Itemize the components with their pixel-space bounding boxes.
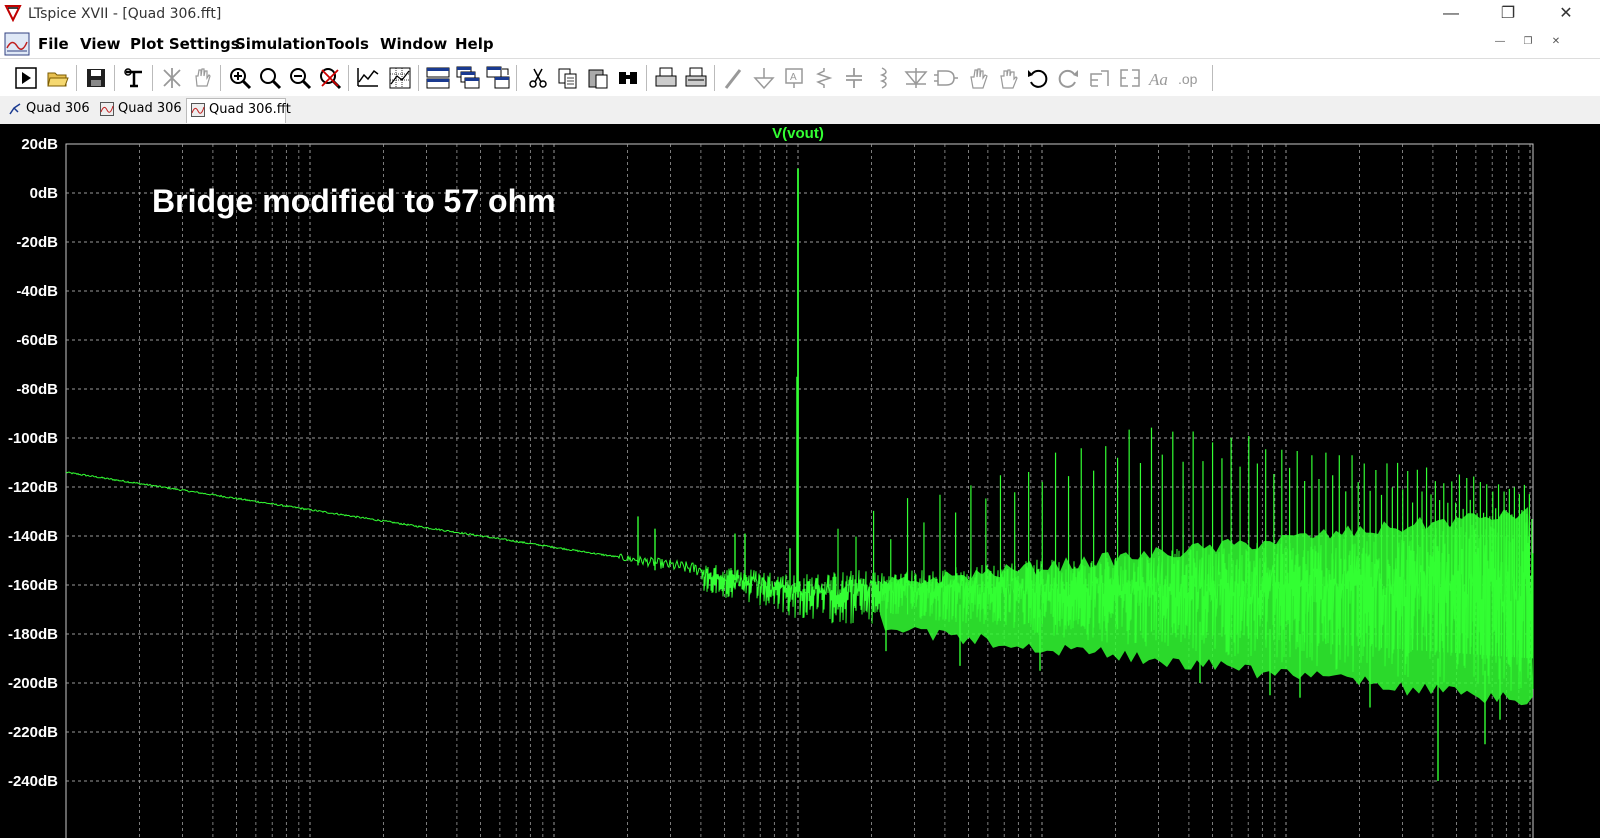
menu-help[interactable]: Help <box>455 35 494 53</box>
y-tick-label: -140dB <box>8 528 58 545</box>
tile-horizontal-icon[interactable] <box>426 66 450 90</box>
y-tick-label: -100dB <box>8 430 58 447</box>
svg-text:A: A <box>790 72 797 83</box>
cut-icon[interactable] <box>526 66 550 90</box>
grid-icon[interactable] <box>388 66 412 90</box>
y-tick-label: -200dB <box>8 675 58 692</box>
paste-icon[interactable] <box>586 66 610 90</box>
tab-quad306-waveform[interactable]: Quad 306 <box>96 98 182 122</box>
window-title: LTspice XVII - [Quad 306.fft] <box>28 6 222 22</box>
mirror-icon[interactable] <box>1118 66 1142 90</box>
menu-window[interactable]: Window <box>380 35 447 53</box>
ltspice-logo-icon <box>4 5 22 22</box>
save-icon[interactable] <box>84 66 108 90</box>
y-tick-label: -160dB <box>8 577 58 594</box>
y-tick-label: -40dB <box>16 283 58 300</box>
pan-icon[interactable] <box>190 66 214 90</box>
minimize-button[interactable]: — <box>1428 0 1474 30</box>
tab-quad306-fft[interactable]: Quad 306.fft <box>186 98 291 123</box>
schematic-icon <box>9 103 21 115</box>
component-icon[interactable] <box>934 66 958 90</box>
document-icon[interactable] <box>4 32 30 56</box>
trace-label[interactable]: V(vout) <box>772 125 824 142</box>
resistor-icon[interactable] <box>812 66 836 90</box>
capacitor-icon[interactable] <box>842 66 866 90</box>
find-icon[interactable] <box>616 66 640 90</box>
y-tick-label: -180dB <box>8 626 58 643</box>
open-icon[interactable] <box>46 66 70 90</box>
tab-label: Quad 306 <box>26 101 90 116</box>
move-icon[interactable] <box>966 66 990 90</box>
diode-icon[interactable] <box>904 66 928 90</box>
svg-text:Aa: Aa <box>1148 70 1168 89</box>
print-preview-icon[interactable] <box>684 66 708 90</box>
text-icon[interactable]: Aa <box>1148 66 1172 90</box>
inductor-icon[interactable] <box>872 66 896 90</box>
tab-label: Quad 306.fft <box>209 102 291 117</box>
y-tick-label: -120dB <box>8 479 58 496</box>
y-tick-label: 0dB <box>30 185 59 202</box>
plot-annotation[interactable]: Bridge modified to 57 ohm <box>152 183 556 219</box>
y-tick-label: 20dB <box>21 136 58 153</box>
restore-button[interactable]: ❐ <box>1485 0 1531 30</box>
toolbar: A Aa .op <box>0 58 1600 98</box>
menu-simulation[interactable]: Simulation <box>235 35 326 53</box>
fft-chart[interactable]: 20dB 0dB -20dB -40dB -60dB -80dB -100dB -120dB -… <box>0 124 1600 838</box>
autorange-icon[interactable] <box>356 66 380 90</box>
y-tick-label: -220dB <box>8 724 58 741</box>
cascade-icon[interactable] <box>456 66 480 90</box>
document-tab-bar: Quad 306 Quad 306 Quad 306.fft <box>0 96 1600 125</box>
drag-icon[interactable] <box>996 66 1020 90</box>
y-tick-label: -80dB <box>16 381 58 398</box>
plot-grid <box>65 143 1534 838</box>
waveform-icon <box>191 103 205 117</box>
zoom-in-icon[interactable] <box>228 66 252 90</box>
child-minimize-button[interactable]: — <box>1490 36 1510 52</box>
redo-icon[interactable] <box>1056 66 1080 90</box>
zoom-fit-icon[interactable] <box>318 66 342 90</box>
child-restore-button[interactable]: ❐ <box>1518 36 1538 52</box>
undo-icon[interactable] <box>1026 66 1050 90</box>
waveform-plot[interactable]: 20dB 0dB -20dB -40dB -60dB -80dB -100dB -120dB -… <box>0 124 1600 838</box>
copy-icon[interactable] <box>556 66 580 90</box>
menu-view[interactable]: View <box>80 35 121 53</box>
y-tick-label: -20dB <box>16 234 58 251</box>
title-bar: LTspice XVII - [Quad 306.fft] — ❐ ✕ <box>0 0 1600 30</box>
menu-file[interactable]: File <box>38 35 69 53</box>
close-button[interactable]: ✕ <box>1543 0 1589 30</box>
tab-quad306-schematic[interactable]: Quad 306 <box>4 98 92 122</box>
y-axis-ticks: 20dB 0dB -20dB -40dB -60dB -80dB -100dB -120dB -… <box>8 136 58 790</box>
spice-directive-icon[interactable]: .op <box>1178 66 1202 90</box>
label-icon[interactable]: A <box>782 66 806 90</box>
menu-plot-settings[interactable]: Plot Settings <box>130 35 240 53</box>
y-tick-label: -240dB <box>8 773 58 790</box>
svg-text:.op: .op <box>1178 71 1198 87</box>
tab-label: Quad 306 <box>118 101 182 116</box>
child-close-button[interactable]: ✕ <box>1546 36 1566 52</box>
ground-icon[interactable] <box>752 66 776 90</box>
tile-vertical-icon[interactable] <box>486 66 510 90</box>
waveform-icon <box>100 102 114 116</box>
menu-tools[interactable]: Tools <box>326 35 369 53</box>
control-panel-icon[interactable] <box>122 66 146 90</box>
menu-bar: File View Plot Settings Simulation Tools… <box>0 30 1600 58</box>
wire-icon[interactable] <box>722 66 746 90</box>
halt-icon[interactable] <box>160 66 184 90</box>
y-tick-label: -60dB <box>16 332 58 349</box>
rotate-icon[interactable] <box>1088 66 1112 90</box>
run-icon[interactable] <box>14 66 38 90</box>
zoom-box-icon[interactable] <box>258 66 282 90</box>
print-icon[interactable] <box>654 66 678 90</box>
zoom-out-icon[interactable] <box>288 66 312 90</box>
